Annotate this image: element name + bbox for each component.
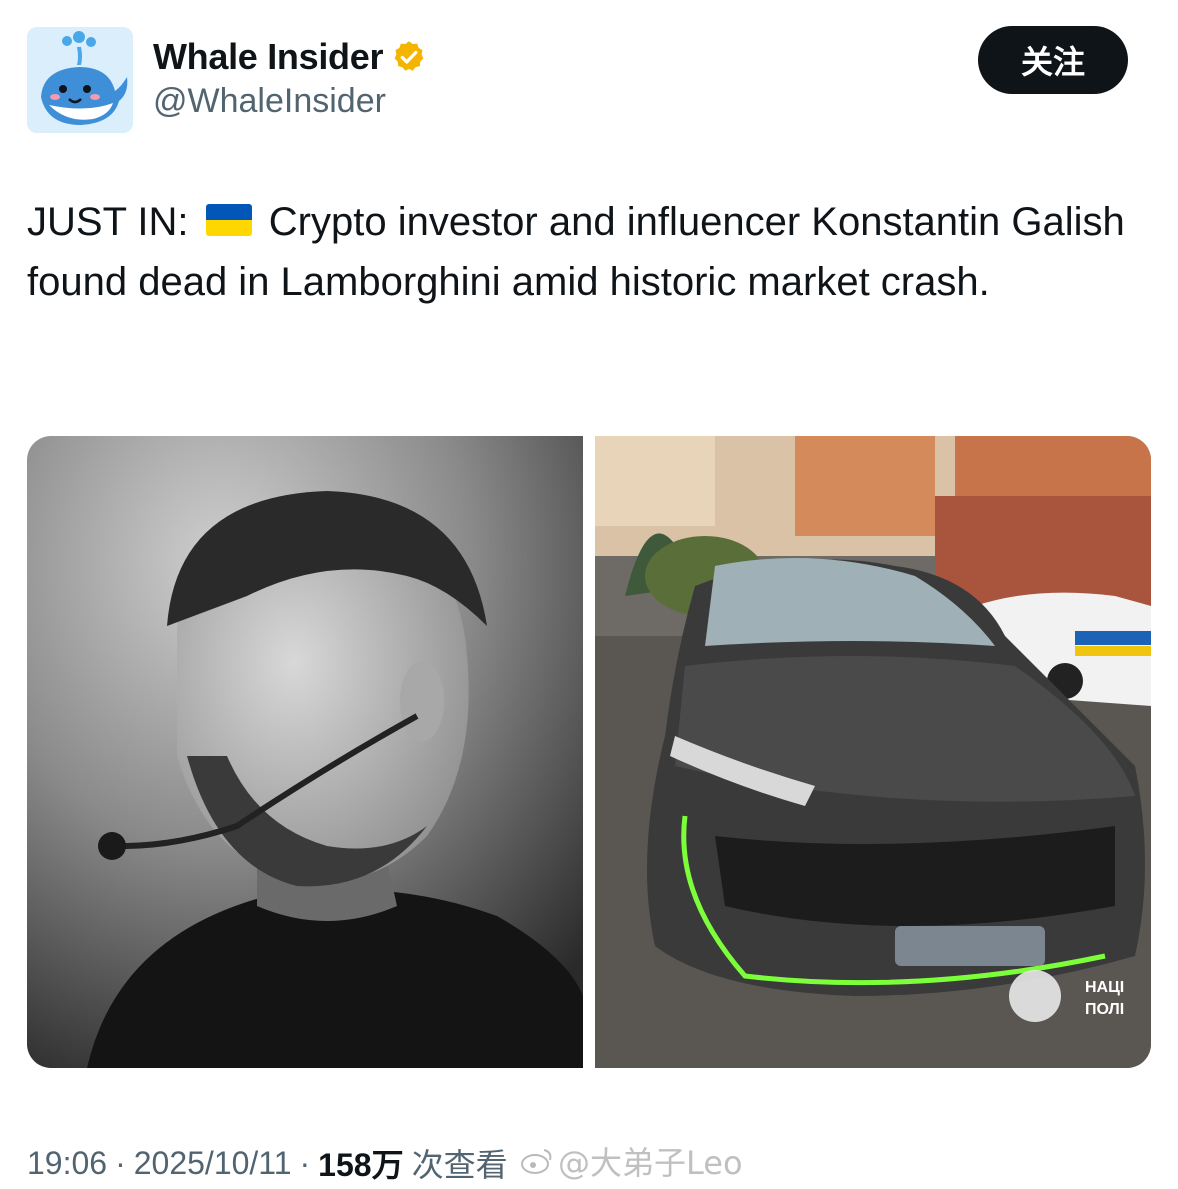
tweet-body: Crypto investor and influencer Konstanti… — [27, 200, 1125, 304]
meta-separator: · — [299, 1144, 311, 1181]
weibo-logo-icon — [521, 1149, 552, 1174]
author-name[interactable]: Whale Insider — [153, 36, 383, 78]
tweet-text: JUST IN: Crypto investor and influencer … — [27, 192, 1137, 312]
media-grid: НАЦІ ПОЛІ — [27, 436, 1151, 1068]
tweet-date[interactable]: 2025/10/11 — [134, 1145, 292, 1182]
view-suffix: 次查看 — [411, 1147, 508, 1183]
view-count[interactable]: 158万 — [318, 1140, 403, 1186]
tweet-meta: 19:06 · 2025/10/11 · 158万 次查看 — [27, 1140, 508, 1186]
portrait-image — [27, 436, 583, 1068]
meta-separator: · — [115, 1144, 126, 1181]
author-handle[interactable]: @WhaleInsider — [153, 82, 386, 121]
watermark-text: @大弟子Leo — [558, 1144, 743, 1182]
ukraine-flag-icon — [205, 204, 252, 237]
photo-portrait[interactable] — [27, 436, 583, 1068]
police-overlay-line1: НАЦІ — [1085, 979, 1124, 996]
whale-icon — [27, 27, 133, 133]
tweet-time[interactable]: 19:06 — [27, 1145, 107, 1182]
follow-button[interactable]: 关注 — [978, 26, 1128, 94]
car-image: НАЦІ ПОЛІ — [595, 436, 1151, 1068]
photo-car[interactable]: НАЦІ ПОЛІ — [595, 436, 1151, 1068]
watermark: @大弟子Leo — [520, 1138, 743, 1184]
author-name-row[interactable]: Whale Insider — [153, 36, 427, 78]
author-avatar[interactable] — [27, 27, 133, 133]
tweet-prefix: JUST IN: — [27, 200, 189, 244]
verified-badge-icon — [394, 41, 424, 71]
police-overlay-line2: ПОЛІ — [1085, 1001, 1124, 1018]
